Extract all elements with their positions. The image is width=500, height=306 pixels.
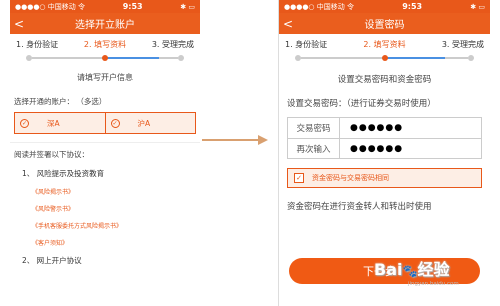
- agreement-group-online: 2、 网上开户协议: [10, 255, 200, 266]
- step-labels: 1. 身份验证 2. 填写资料 3. 受理完成: [10, 34, 200, 50]
- progress-active-segment: [384, 57, 446, 59]
- step-labels: 1. 身份验证 2. 填写资料 3. 受理完成: [279, 34, 490, 50]
- progress-active-segment: [105, 57, 159, 59]
- step-dot-3: [468, 55, 474, 61]
- account-option-shanghai[interactable]: ✓ 沪A: [104, 113, 196, 133]
- step-1: 1. 身份验证: [16, 40, 59, 49]
- account-option-label: 沪A: [137, 118, 151, 128]
- nav-bar: < 选择开立账户: [10, 13, 200, 34]
- status-time: 9:53: [122, 2, 143, 11]
- field-label: 再次输入: [288, 139, 340, 158]
- agreement-group-risk: 1、 风险提示及投资教育 《风险揭示书》 《风险警示书》 《手机客服委托方式风险…: [10, 168, 200, 247]
- step-progress: [295, 54, 474, 62]
- battery-icon: ✱ ▭: [180, 2, 195, 11]
- same-password-option[interactable]: ✓ 资金密码与交易密码相同: [287, 168, 482, 188]
- agreement-title: 1、 风险提示及投资教育: [22, 169, 105, 178]
- account-option-label: 深A: [47, 118, 60, 128]
- watermark-url: jingyan.baidu.com: [408, 281, 459, 287]
- battery-icon: ✱ ▭: [470, 2, 485, 11]
- page-title: 设置密码: [364, 20, 405, 31]
- agreement-link[interactable]: 《客户须知》: [10, 238, 200, 247]
- baidu-watermark-logo: Bai🐾经验: [374, 256, 449, 280]
- divider: [10, 142, 200, 143]
- fund-password-note: 资金密码在进行资金转人和转出时使用: [287, 202, 432, 212]
- watermark-brand-tail: 经验: [417, 260, 450, 279]
- page-title: 选择开立账户: [75, 20, 135, 31]
- back-icon[interactable]: <: [10, 17, 28, 31]
- password-fields: 交易密码 ●●●●●● 再次输入 ●●●●●●: [287, 117, 482, 159]
- step-dot-2: [381, 55, 388, 61]
- agreement-label: 阅读并签署以下协议：: [14, 150, 89, 159]
- step-3: 3. 受理完成: [441, 40, 484, 49]
- same-password-label: 资金密码与交易密码相同: [312, 174, 389, 182]
- step-progress: [26, 54, 184, 62]
- back-icon[interactable]: <: [279, 17, 297, 31]
- step-2: 2. 填写资料: [83, 40, 127, 49]
- check-icon: ✓: [110, 118, 120, 128]
- check-icon: ✓: [20, 118, 29, 128]
- account-label: 选择开通的账户： （多选）: [14, 97, 107, 106]
- agreement-title[interactable]: 2、 网上开户协议: [10, 255, 200, 266]
- account-option-shenzhen[interactable]: ✓ 深A: [15, 113, 105, 133]
- confirm-password-row: 再次输入 ●●●●●●: [288, 138, 481, 158]
- step-dot-1: [295, 55, 301, 61]
- status-bar: ●●●●○ 中国移动 令 9:53 ✱ ▭: [279, 0, 490, 13]
- agreement-link[interactable]: 《风险揭示书》: [10, 187, 200, 196]
- step-dot-1: [26, 55, 32, 61]
- trade-password-label: 设置交易密码：（进行证券交易时使用）: [287, 99, 436, 109]
- trade-password-row: 交易密码 ●●●●●●: [288, 118, 481, 138]
- account-options: ✓ 深A ✓ 沪A: [14, 112, 196, 134]
- status-bar: ●●●●○ 中国移动 令 9:53 ✱ ▭: [10, 0, 200, 13]
- trade-password-input[interactable]: ●●●●●●: [340, 123, 403, 133]
- step-1: 1. 身份验证: [285, 40, 328, 49]
- step-dot-2: [102, 55, 108, 61]
- paw-icon: 🐾: [402, 264, 418, 278]
- carrier-signal: ●●●●○ 中国移动 令: [284, 2, 354, 11]
- step-3: 3. 受理完成: [151, 40, 194, 49]
- arrow-right-icon: [202, 135, 268, 145]
- left-phone-screen: ●●●●○ 中国移动 令 9:53 ✱ ▭ < 选择开立账户 1. 身份验证 2…: [10, 0, 200, 306]
- carrier-signal: ●●●●○ 中国移动 令: [15, 2, 85, 11]
- checkbox-checked-icon[interactable]: ✓: [294, 173, 304, 183]
- field-label: 交易密码: [288, 118, 340, 138]
- step-2: 2. 填写资料: [363, 40, 406, 49]
- nav-bar: < 设置密码: [279, 13, 490, 34]
- watermark-brand: Bai: [374, 260, 403, 279]
- form-subtitle: 请填写开户信息: [77, 73, 133, 82]
- status-time: 9:53: [402, 2, 423, 11]
- form-subtitle: 设置交易密码和资金密码: [337, 75, 432, 85]
- step-dot-3: [178, 55, 184, 61]
- agreement-link[interactable]: 《风险警示书》: [10, 204, 200, 213]
- agreement-link[interactable]: 《手机客服委托方式风险揭示书》: [10, 221, 200, 230]
- confirm-password-input[interactable]: ●●●●●●: [340, 144, 403, 154]
